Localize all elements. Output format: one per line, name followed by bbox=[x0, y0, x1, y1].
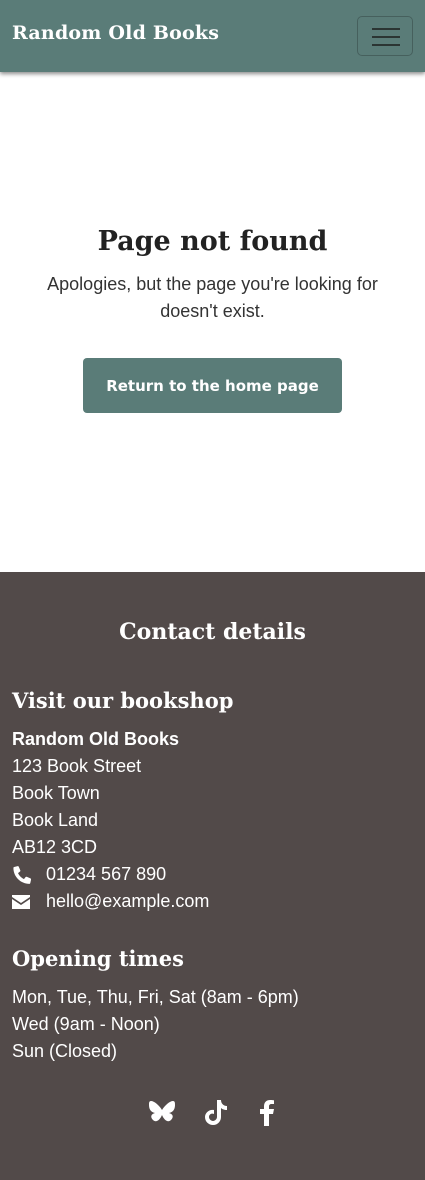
facebook-icon[interactable] bbox=[259, 1100, 275, 1130]
page-title: Page not found bbox=[97, 226, 328, 257]
phone-link[interactable]: 01234 567 890 bbox=[46, 861, 166, 888]
opening-time: Mon, Tue, Thu, Fri, Sat (8am - 6pm) bbox=[12, 987, 299, 1007]
address-line: 123 Book Street bbox=[12, 756, 142, 776]
main-content: Page not found Apologies, but the page y… bbox=[0, 72, 425, 572]
visit-heading: Visit our bookshop bbox=[12, 688, 234, 713]
tiktok-icon[interactable] bbox=[205, 1100, 228, 1129]
footer-title: Contact details bbox=[119, 619, 306, 645]
error-message: Apologies, but the page you're looking f… bbox=[47, 274, 378, 321]
return-home-button[interactable]: Return to the home page bbox=[83, 358, 342, 413]
phone-icon bbox=[12, 865, 32, 888]
brand-link[interactable]: Random Old Books bbox=[12, 22, 219, 44]
address-line: Book Land bbox=[12, 810, 99, 830]
opening-heading: Opening times bbox=[12, 946, 184, 971]
envelope-icon bbox=[12, 894, 30, 913]
address-line: AB12 3CD bbox=[12, 837, 98, 857]
opening-time: Wed (9am - Noon) bbox=[12, 1014, 160, 1034]
opening-time: Sun (Closed) bbox=[12, 1041, 118, 1061]
bluesky-icon[interactable] bbox=[149, 1100, 175, 1128]
address-line: Book Town bbox=[12, 783, 100, 803]
shop-name: Random Old Books bbox=[12, 729, 180, 749]
menu-toggle-button[interactable] bbox=[357, 16, 413, 56]
email-link[interactable]: hello@example.com bbox=[46, 888, 209, 915]
footer: Contact details Visit our bookshop Rando… bbox=[0, 572, 425, 1180]
navbar: Random Old Books bbox=[0, 0, 425, 72]
